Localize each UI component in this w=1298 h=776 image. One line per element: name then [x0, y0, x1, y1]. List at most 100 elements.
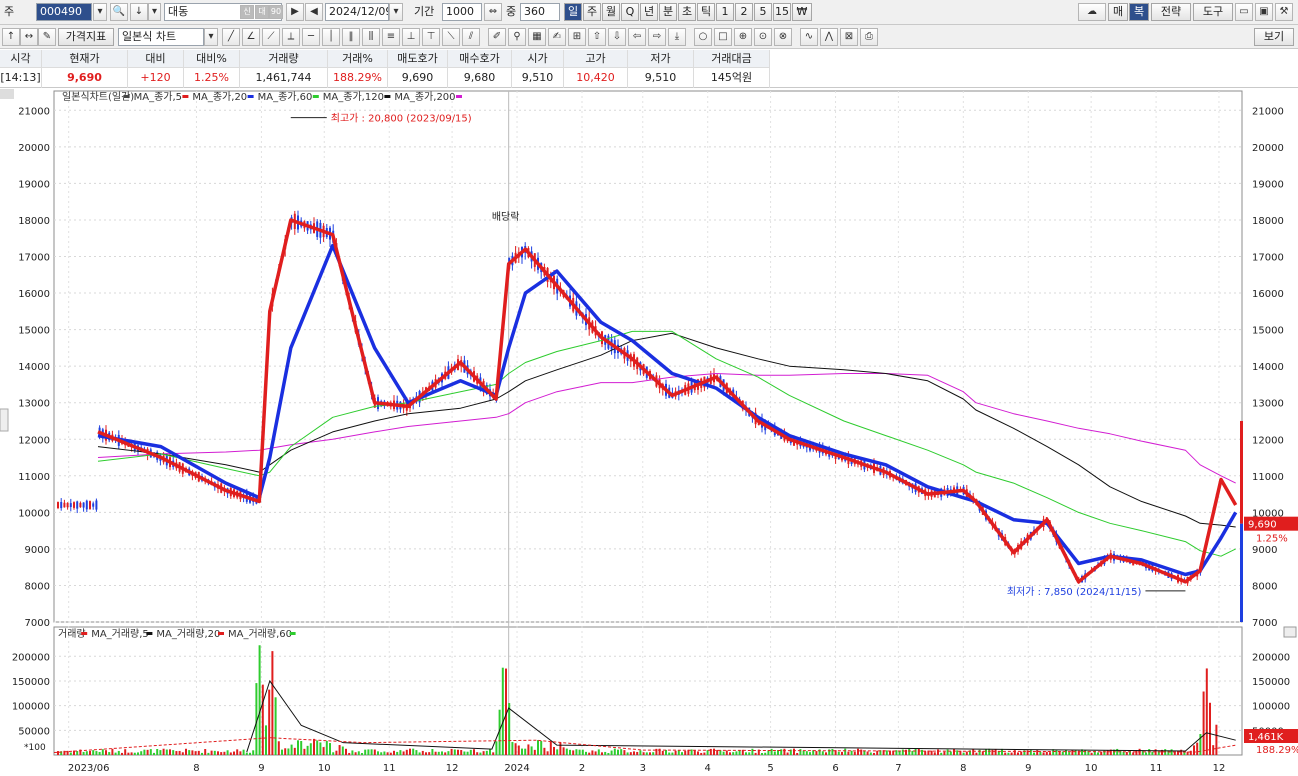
price-volume-chart[interactable]: 21000 21000 20000 20000 19000 19000 18000 18000…: [0, 89, 1298, 776]
price-legend-item: MA_종가,20: [192, 91, 247, 103]
interval-second-button[interactable]: 초: [678, 3, 696, 21]
volume-bar: [930, 750, 933, 755]
tools-button[interactable]: 도구: [1193, 3, 1233, 21]
grid-icon[interactable]: ▦: [528, 28, 546, 46]
interval-year-button[interactable]: 년: [640, 3, 658, 21]
arrow-down-icon[interactable]: ⇩: [608, 28, 626, 46]
gann-icon[interactable]: ⊥: [402, 28, 420, 46]
cycle-icon[interactable]: ⊤: [422, 28, 440, 46]
price-tick-right: 16000: [1252, 289, 1284, 300]
pattern-icon[interactable]: ⋀: [820, 28, 838, 46]
volume-bar: [1189, 750, 1192, 755]
interval-quarter-button[interactable]: Q: [621, 3, 639, 21]
target-icon[interactable]: ⊙: [754, 28, 772, 46]
text-icon[interactable]: ✍: [548, 28, 566, 46]
magnet-icon[interactable]: ⚲: [508, 28, 526, 46]
count-input[interactable]: 360: [520, 3, 560, 21]
arrow-up-icon[interactable]: ↑: [2, 28, 20, 46]
zoom-in-icon[interactable]: ⊕: [734, 28, 752, 46]
left-right-icon[interactable]: ↔: [20, 28, 38, 46]
quote-value: 9,510: [644, 71, 677, 84]
open-folder-icon[interactable]: ▭: [1235, 3, 1253, 21]
price-indicator-button[interactable]: 가격지표: [58, 28, 114, 46]
stock-code-input[interactable]: 000490: [36, 3, 92, 21]
calendar-dropdown-icon[interactable]: ▾: [389, 3, 403, 21]
close-panel-icon[interactable]: [1283, 626, 1297, 638]
view-button[interactable]: 보기: [1254, 28, 1294, 46]
fan-line-icon[interactable]: ⟋: [262, 28, 280, 46]
interval-2-button[interactable]: 2: [735, 3, 753, 21]
interval-1-button[interactable]: 1: [716, 3, 734, 21]
volume-bar: [953, 748, 955, 755]
wave-icon[interactable]: ∿: [800, 28, 818, 46]
interval-tick-button[interactable]: 틱: [697, 3, 715, 21]
volume-bar: [242, 749, 245, 755]
interval-day-button[interactable]: 일: [564, 3, 582, 21]
volume-bar: [693, 750, 696, 755]
speed-line-icon[interactable]: ⫽: [462, 28, 480, 46]
fib-icon[interactable]: ≡: [382, 28, 400, 46]
export-icon[interactable]: ⤓: [668, 28, 686, 46]
volume-bar: [1013, 750, 1016, 755]
print-icon[interactable]: ⎙: [860, 28, 878, 46]
strategy-button[interactable]: 전략: [1151, 3, 1191, 21]
volume-bar: [569, 749, 571, 755]
period-input[interactable]: 1000: [442, 3, 482, 21]
volume-bar: [511, 742, 514, 755]
volume-bar: [114, 752, 117, 755]
chart-type-select[interactable]: 일본식 차트: [118, 28, 204, 46]
price-tick-right: 14000: [1252, 362, 1284, 373]
buy-button[interactable]: 매: [1108, 3, 1128, 21]
edit-icon[interactable]: ✎: [38, 28, 56, 46]
interval-15-button[interactable]: 15: [773, 3, 791, 21]
remove-icon[interactable]: ⊗: [774, 28, 792, 46]
chart-scroll-icon[interactable]: ⇔: [484, 3, 502, 21]
trend-line-icon[interactable]: ╱: [222, 28, 240, 46]
perpendicular-icon[interactable]: ⟂: [282, 28, 300, 46]
interval-month-button[interactable]: 월: [602, 3, 620, 21]
channel-icon[interactable]: ⫼: [362, 28, 380, 46]
play-back-icon[interactable]: ◀: [305, 3, 323, 21]
sort-dropdown-icon[interactable]: ▾: [148, 3, 161, 21]
box-icon[interactable]: ⊞: [568, 28, 586, 46]
save-icon[interactable]: ▣: [1255, 3, 1273, 21]
volume-bar: [377, 751, 379, 755]
angle-line-icon[interactable]: ∠: [242, 28, 260, 46]
volume-bar: [418, 752, 421, 755]
code-dropdown-icon[interactable]: ▾: [93, 3, 107, 21]
arrow-up-icon[interactable]: ⇧: [588, 28, 606, 46]
wrench-icon[interactable]: ⚒: [1275, 3, 1293, 21]
chart-type-dropdown-icon[interactable]: ▾: [204, 28, 218, 46]
pencil-icon[interactable]: ✐: [488, 28, 506, 46]
compound-button[interactable]: 복: [1129, 3, 1149, 21]
rectangle-icon[interactable]: □: [714, 28, 732, 46]
volume-bar: [412, 748, 415, 755]
sort-icon[interactable]: ↓: [130, 3, 148, 21]
interval-minute-button[interactable]: 분: [659, 3, 677, 21]
search-icon[interactable]: 🔍: [110, 3, 128, 21]
volume-bar: [537, 740, 539, 755]
regression-icon[interactable]: ⟍: [442, 28, 460, 46]
parallel-line-icon[interactable]: ‖: [342, 28, 360, 46]
interval-5-button[interactable]: 5: [754, 3, 772, 21]
panel-toggle-icon[interactable]: [0, 89, 14, 99]
volume-bar: [1007, 752, 1010, 755]
circle-icon[interactable]: ○: [694, 28, 712, 46]
interval-week-button[interactable]: 주: [583, 3, 601, 21]
volume-bar: [706, 750, 709, 755]
volume-bar: [1036, 750, 1039, 755]
currency-button[interactable]: ₩: [792, 3, 812, 21]
side-expand-icon[interactable]: [0, 408, 9, 432]
arrow-left-icon[interactable]: ⇦: [628, 28, 646, 46]
horizontal-line-icon[interactable]: ─: [302, 28, 320, 46]
date-input[interactable]: 2024/12/09: [325, 3, 389, 21]
cloud-icon[interactable]: ☁: [1078, 3, 1106, 21]
volume-bar: [972, 749, 975, 755]
arrow-right-icon[interactable]: ⇨: [648, 28, 666, 46]
play-forward-icon[interactable]: ▶: [286, 3, 304, 21]
vertical-line-icon[interactable]: │: [322, 28, 340, 46]
volume-bar: [130, 752, 133, 755]
screenshot-icon[interactable]: ⊠: [840, 28, 858, 46]
volume-bar: [799, 749, 802, 755]
quote-header: 매수호가: [448, 50, 511, 68]
